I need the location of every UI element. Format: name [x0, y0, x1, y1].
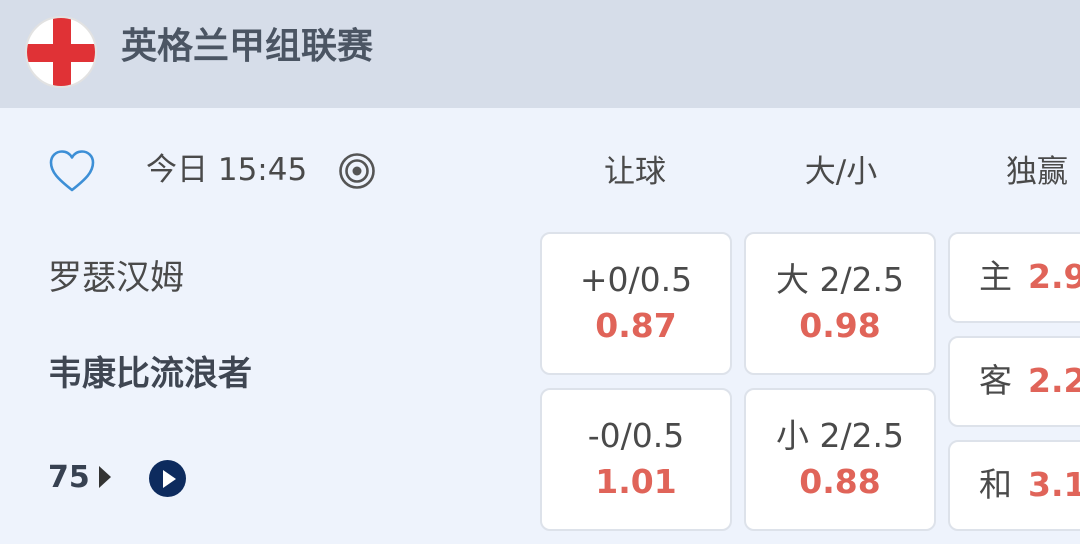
over-odds: 0.98 [799, 306, 881, 345]
column-header-win: 独赢 [1006, 154, 1068, 190]
win-home-odds-button[interactable]: 主 2.9 [948, 232, 1080, 323]
target-icon[interactable] [338, 152, 376, 190]
win-home-label: 主 [979, 257, 1012, 296]
win-away-odds: 2.2 [1028, 361, 1080, 400]
heart-icon[interactable] [48, 148, 96, 194]
match-minute: 75 [48, 460, 90, 495]
handicap-line: -0/0.5 [587, 416, 685, 455]
handicap-odds: 1.01 [595, 462, 677, 501]
win-away-odds-button[interactable]: 客 2.2 [948, 336, 1080, 427]
over-odds-button[interactable]: 大 2/2.5 0.98 [744, 232, 936, 375]
column-header-handicap: 让球 [604, 154, 666, 190]
win-draw-label: 和 [979, 465, 1012, 504]
win-draw-odds-button[interactable]: 和 3.1 [948, 440, 1080, 531]
under-odds-button[interactable]: 小 2/2.5 0.88 [744, 388, 936, 531]
win-home-odds: 2.9 [1028, 257, 1080, 296]
handicap-away-odds-button[interactable]: -0/0.5 1.01 [540, 388, 732, 531]
handicap-home-odds-button[interactable]: +0/0.5 0.87 [540, 232, 732, 375]
over-line: 大 2/2.5 [775, 260, 905, 299]
england-flag-icon [25, 16, 97, 88]
match-time: 今日 15:45 [146, 152, 308, 188]
home-team-name: 罗瑟汉姆 [48, 258, 184, 298]
handicap-line: +0/0.5 [579, 260, 693, 299]
win-draw-odds: 3.1 [1028, 465, 1080, 504]
caret-right-icon [99, 466, 111, 488]
win-away-label: 客 [979, 361, 1012, 400]
away-team-name: 韦康比流浪者 [48, 354, 252, 394]
under-line: 小 2/2.5 [775, 416, 905, 455]
column-header-over-under: 大/小 [804, 154, 878, 190]
league-header[interactable]: 英格兰甲组联赛 [0, 0, 1080, 108]
league-title: 英格兰甲组联赛 [121, 26, 374, 67]
under-odds: 0.88 [799, 462, 881, 501]
play-icon[interactable] [149, 460, 186, 497]
handicap-odds: 0.87 [595, 306, 677, 345]
